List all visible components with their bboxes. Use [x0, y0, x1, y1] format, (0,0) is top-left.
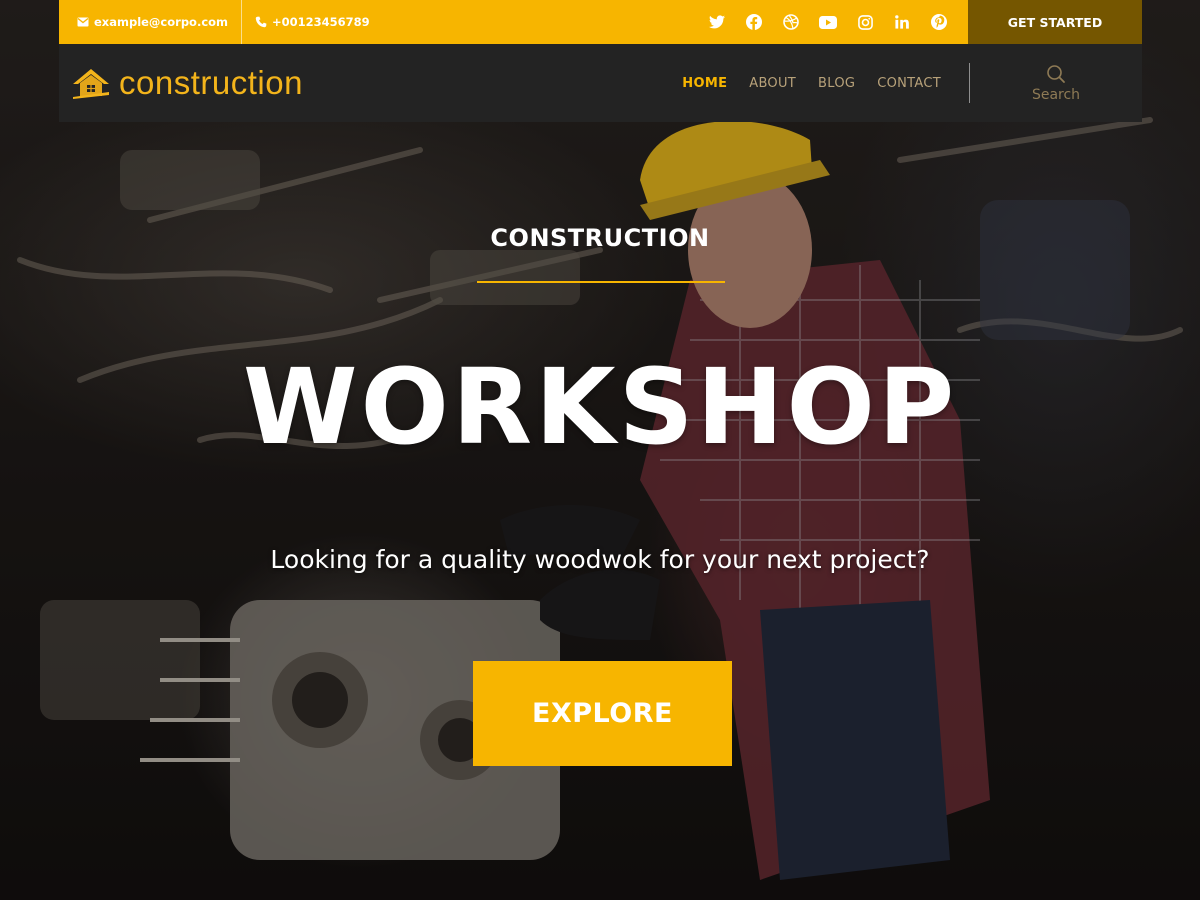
hero-subline: Looking for a quality woodwok for your n…	[270, 545, 930, 574]
hero-headline: WORKSHOP	[242, 346, 958, 468]
hero-kicker: CONSTRUCTION	[490, 224, 710, 252]
hero-section: CONSTRUCTION WORKSHOP Looking for a qual…	[0, 0, 1200, 900]
kicker-underline	[477, 281, 725, 283]
explore-button[interactable]: EXPLORE	[473, 661, 732, 766]
